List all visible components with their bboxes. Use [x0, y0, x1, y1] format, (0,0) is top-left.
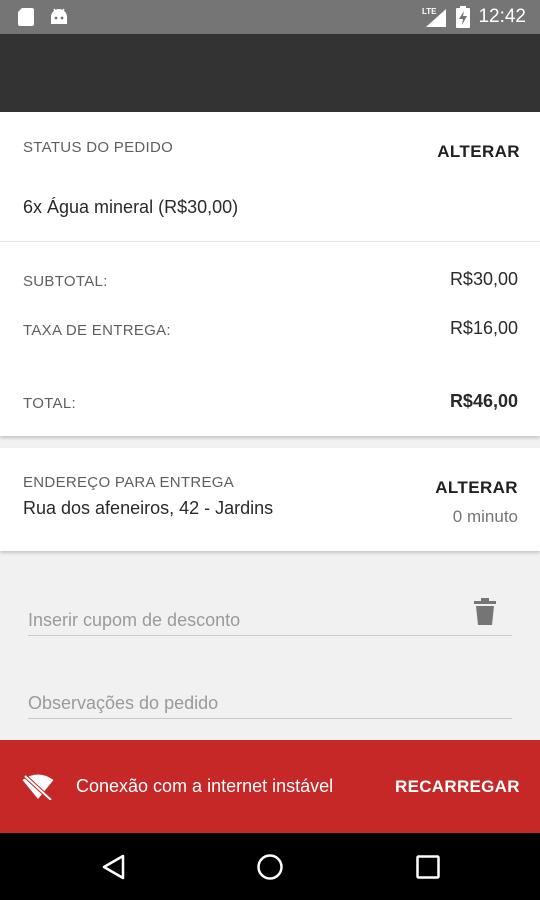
address-text: Rua dos afeneiros, 42 - Jardins [23, 498, 274, 518]
app-toolbar [0, 34, 540, 112]
total-label: TOTAL: [23, 395, 76, 412]
svg-text:LTE: LTE [422, 7, 437, 16]
order-status-label: STATUS DO PEDIDO [23, 139, 174, 156]
delivery-address-card[interactable]: ENDEREÇO PARA ENTREGA Rua dos afeneiros,… [0, 448, 540, 551]
subtotal-value: R$30,00 [449, 269, 518, 289]
delivery-fee-label: TAXA DE ENTREGA: [23, 322, 171, 339]
change-address-button[interactable]: ALTERAR [435, 478, 518, 498]
order-summary-card: STATUS DO PEDIDO ALTERAR 6x Água mineral… [0, 112, 540, 436]
address-label: ENDEREÇO PARA ENTREGA [23, 474, 235, 491]
nav-back-icon[interactable] [101, 854, 125, 880]
coupon-field[interactable] [28, 596, 512, 636]
change-order-button[interactable]: ALTERAR [437, 142, 520, 162]
wifi-off-icon [22, 774, 54, 800]
total-value: R$46,00 [449, 391, 518, 411]
nav-recents-icon[interactable] [416, 855, 440, 879]
sd-card-icon [18, 8, 34, 26]
battery-charging-icon [456, 6, 471, 28]
nav-home-icon[interactable] [256, 853, 284, 881]
divider [0, 241, 540, 242]
delivery-eta: 0 minuto [452, 507, 518, 526]
android-icon [51, 8, 67, 24]
connection-snackbar: Conexão com a internet instável RECARREG… [0, 740, 540, 833]
reload-button[interactable]: RECARREGAR [395, 777, 520, 797]
system-nav-bar [0, 833, 540, 900]
subtotal-label: SUBTOTAL: [23, 273, 108, 290]
order-item: 6x Água mineral (R$30,00) [23, 197, 239, 217]
snackbar-message: Conexão com a internet instável [76, 776, 334, 796]
status-bar: LTE 12:42 [0, 0, 540, 34]
delivery-fee-value: R$16,00 [449, 318, 518, 338]
trash-icon[interactable] [474, 598, 496, 625]
signal-lte-icon: LTE [422, 7, 447, 27]
clock: 12:42 [478, 6, 526, 27]
order-notes-input[interactable] [28, 693, 448, 714]
order-notes-field[interactable] [28, 679, 512, 719]
coupon-input[interactable] [28, 610, 448, 631]
